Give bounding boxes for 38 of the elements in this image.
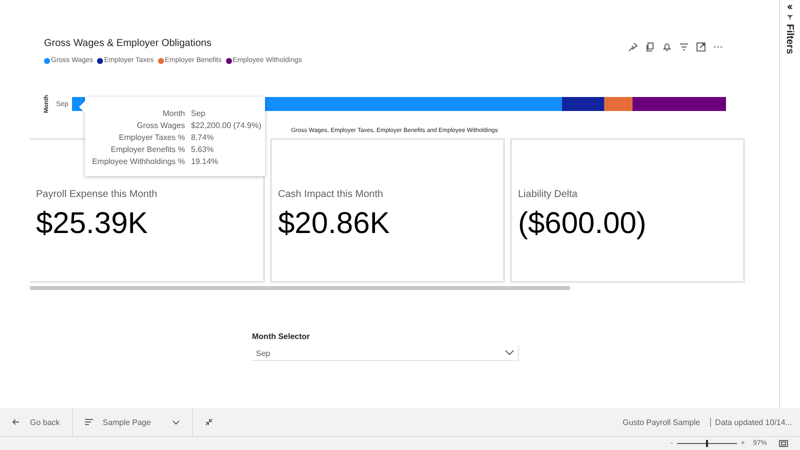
card-label: Liability Delta: [518, 189, 578, 200]
chevron-down-icon: [172, 418, 180, 426]
page-list-icon: [84, 418, 93, 426]
bell-icon[interactable]: [662, 42, 672, 52]
focus-mode-icon[interactable]: [696, 42, 706, 52]
report-name: Gusto Payroll Sample: [622, 418, 702, 426]
chevron-down-icon: [505, 350, 514, 356]
go-back-button[interactable]: Go back: [0, 408, 73, 436]
tooltip-value: 19.14%: [191, 156, 220, 168]
tooltip-label: Employer Benefits %: [110, 144, 185, 156]
filter-icon: [786, 14, 792, 20]
fit-to-page-icon[interactable]: [779, 440, 788, 447]
filters-pane-title[interactable]: Filters: [784, 24, 795, 54]
tooltip-value: 5.63%: [191, 144, 215, 156]
chart-title: Gross Wages & Employer Obligations: [44, 38, 212, 51]
card-value: ($600.00): [518, 207, 648, 241]
card-label: Cash Impact this Month: [278, 189, 384, 200]
tooltip-value: Sep: [191, 108, 206, 120]
slicer-title: Month Selector: [252, 332, 311, 341]
data-updated-text: Data updated 10/14...: [710, 418, 792, 426]
month-dropdown[interactable]: Sep: [252, 346, 519, 361]
tooltip-label: Employer Taxes %: [118, 132, 185, 144]
back-arrow-icon: [12, 418, 20, 426]
copy-icon[interactable]: [645, 42, 655, 52]
tooltip-value: $22,200.00 (74.9%): [191, 120, 262, 132]
card-label: Payroll Expense this Month: [36, 189, 158, 200]
tooltip-label: Gross Wages: [136, 120, 185, 132]
tooltip-label: Month: [162, 108, 185, 120]
pin-icon[interactable]: [628, 42, 638, 52]
card-value: $25.39K: [36, 207, 149, 241]
scrollbar[interactable]: [30, 286, 570, 290]
tooltip-label: Employee Withholdings %: [91, 156, 185, 168]
page-dropdown[interactable]: Sample Page: [72, 408, 193, 436]
card-value: $20.86K: [278, 207, 391, 241]
collapse-arrows-icon[interactable]: [204, 418, 213, 426]
tooltip-value: 8.74%: [191, 132, 215, 144]
collapse-icon[interactable]: [786, 4, 792, 10]
filter-icon[interactable]: [679, 42, 689, 52]
